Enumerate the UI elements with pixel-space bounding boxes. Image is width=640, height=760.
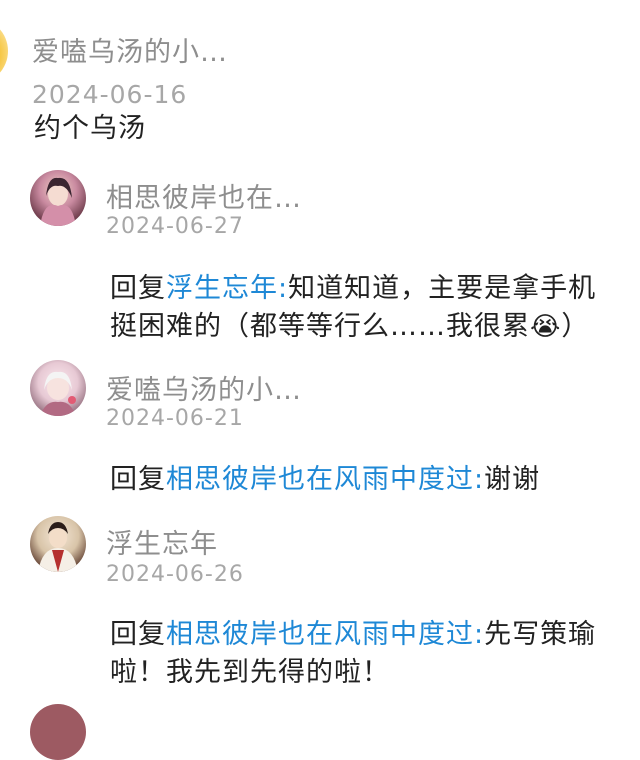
username[interactable]: 爱嗑乌汤的小… (32, 30, 228, 69)
reply-prefix: 回复 (110, 464, 166, 495)
reply-date: 2024-06-27 (106, 214, 244, 239)
reply-body: 先写策瑜 (484, 619, 597, 650)
reply-text: 回复相思彼岸也在风雨中度过:先写策瑜 啦！我先到先得的啦！ (110, 616, 640, 692)
reply-text: 回复相思彼岸也在风雨中度过:谢谢 (110, 461, 640, 499)
comment-text: 约个乌汤 (34, 113, 146, 144)
reply-prefix: 回复 (110, 273, 166, 304)
comment-date: 2024-06-16 (32, 80, 188, 104)
username[interactable]: 爱嗑乌汤的小… (106, 368, 302, 407)
reply-body-continued: 挺困难的（都等等行么……我很累 (110, 311, 530, 342)
reply-prefix: 回复 (110, 619, 166, 650)
avatar-art (40, 177, 76, 226)
avatar[interactable] (30, 704, 86, 760)
reply-body: 谢谢 (484, 464, 541, 495)
reply-date: 2024-06-21 (106, 406, 244, 431)
avatar[interactable] (0, 18, 8, 84)
mention-link[interactable]: 浮生忘年: (166, 273, 288, 304)
mention-link[interactable]: 相思彼岸也在风雨中度过: (166, 619, 484, 650)
username[interactable]: 浮生忘年 (106, 522, 218, 561)
avatar[interactable] (30, 170, 86, 226)
username[interactable]: 相思彼岸也在… (106, 176, 302, 215)
reply-body: 知道知道，主要是拿手机 (288, 273, 597, 304)
avatar[interactable] (30, 516, 86, 572)
reply-body-continued: 啦！我先到先得的啦！ (110, 657, 390, 688)
avatar[interactable] (30, 360, 86, 416)
reply-body-end: ） (561, 311, 590, 342)
crying-emoji: 😭 (530, 312, 562, 342)
avatar-art (38, 522, 78, 572)
mention-link[interactable]: 相思彼岸也在风雨中度过: (166, 464, 484, 495)
avatar-art (40, 371, 76, 416)
reply-date: 2024-06-26 (106, 562, 244, 587)
reply-text: 回复浮生忘年:知道知道，主要是拿手机 挺困难的（都等等行么……我很累😭） (110, 270, 640, 346)
